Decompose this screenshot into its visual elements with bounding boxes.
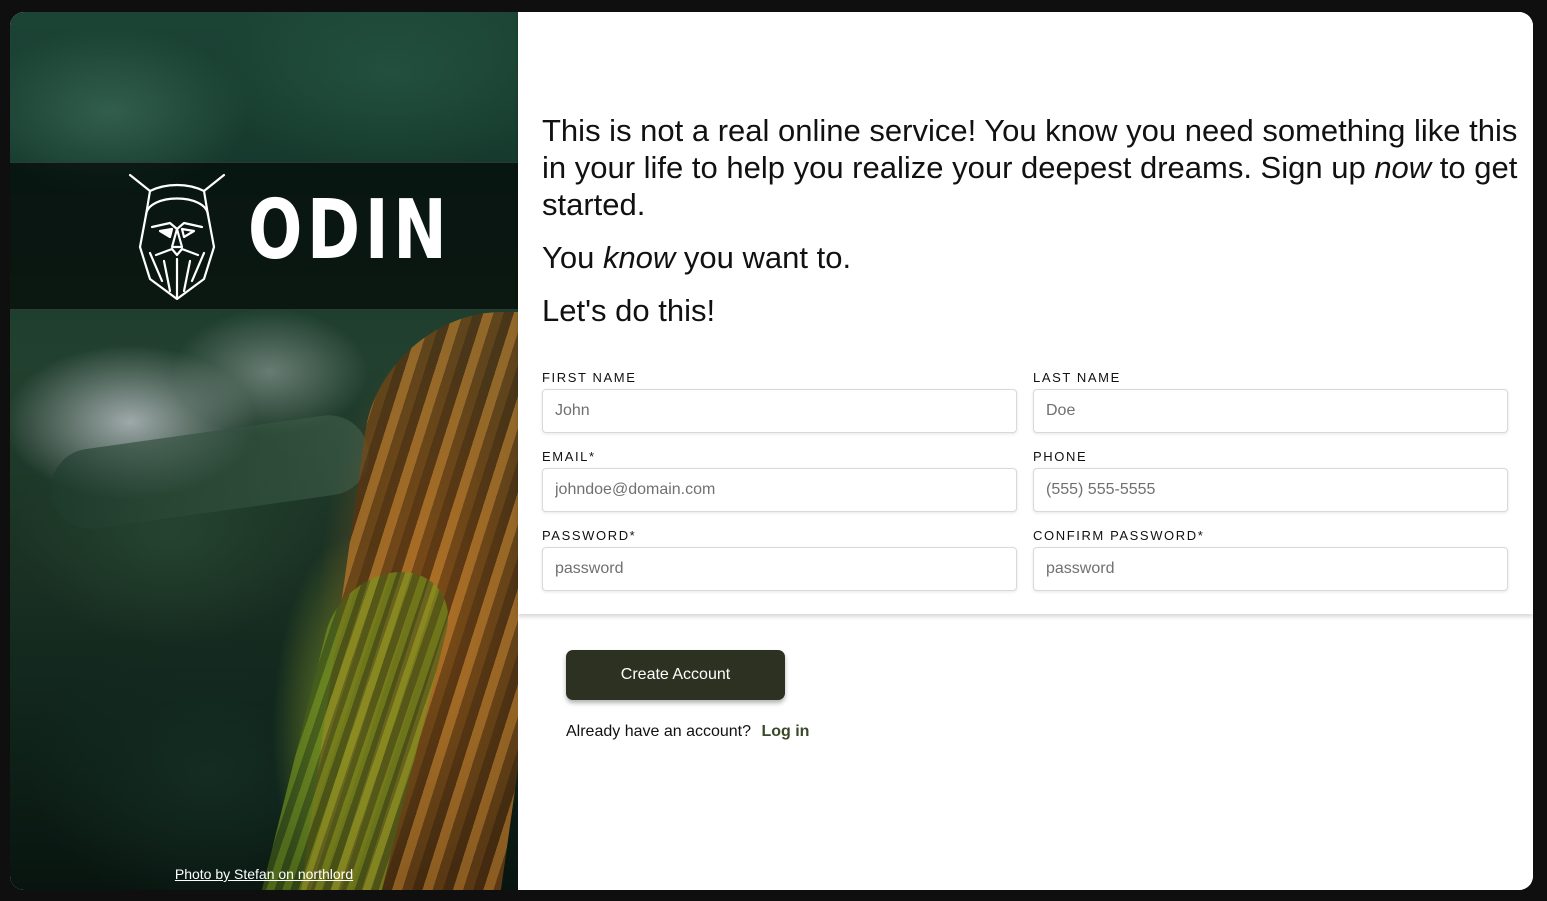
phone-input[interactable]	[1033, 468, 1508, 512]
confirm-password-label: CONFIRM PASSWORD*	[1033, 528, 1205, 543]
intro-paragraph-3: Let's do this!	[542, 293, 716, 328]
login-prompt-line: Already have an account? Log in	[566, 723, 809, 741]
intro-p1-text: This is not a real online service! You k…	[542, 113, 1518, 185]
intro-p2-text-end: you want to.	[675, 240, 852, 275]
login-prompt-text: Already have an account?	[566, 723, 752, 740]
confirm-password-input[interactable]	[1033, 547, 1508, 591]
brand-logo-text: ODIN	[248, 183, 452, 278]
last-name-input[interactable]	[1033, 389, 1508, 433]
intro-p1-emphasis: now	[1374, 150, 1432, 185]
password-label: PASSWORD*	[542, 528, 637, 543]
form-actions-section: Create Account Already have an account? …	[518, 614, 1533, 890]
hero-image-panel: ODIN Photo by Stefan on northlord	[10, 12, 518, 890]
viking-head-icon	[128, 173, 226, 301]
first-name-group: FIRST NAME	[542, 370, 1017, 433]
intro-paragraph-2: You know you want to.	[542, 239, 1527, 276]
email-group: EMAIL*	[542, 449, 1017, 512]
password-input[interactable]	[542, 547, 1017, 591]
signup-form-section: This is not a real online service! You k…	[518, 12, 1533, 614]
signup-window: ODIN Photo by Stefan on northlord This i…	[10, 12, 1533, 890]
hero-branch-decoration	[45, 410, 375, 534]
create-account-button[interactable]: Create Account	[566, 650, 785, 700]
intro-p2-text: You	[542, 240, 603, 275]
confirm-password-group: CONFIRM PASSWORD*	[1033, 528, 1508, 591]
password-group: PASSWORD*	[542, 528, 1017, 591]
intro-text: This is not a real online service! You k…	[542, 112, 1527, 345]
intro-paragraph-1: This is not a real online service! You k…	[542, 112, 1527, 223]
login-link[interactable]: Log in	[761, 723, 809, 740]
email-input[interactable]	[542, 468, 1017, 512]
first-name-input[interactable]	[542, 389, 1017, 433]
logo-band: ODIN	[10, 162, 518, 310]
photo-credit-link[interactable]: Photo by Stefan on northlord	[10, 866, 518, 882]
last-name-group: LAST NAME	[1033, 370, 1508, 433]
intro-p2-emphasis: know	[602, 240, 676, 275]
last-name-label: LAST NAME	[1033, 370, 1121, 385]
phone-group: PHONE	[1033, 449, 1508, 512]
first-name-label: FIRST NAME	[542, 370, 637, 385]
email-label: EMAIL*	[542, 449, 596, 464]
phone-label: PHONE	[1033, 449, 1088, 464]
